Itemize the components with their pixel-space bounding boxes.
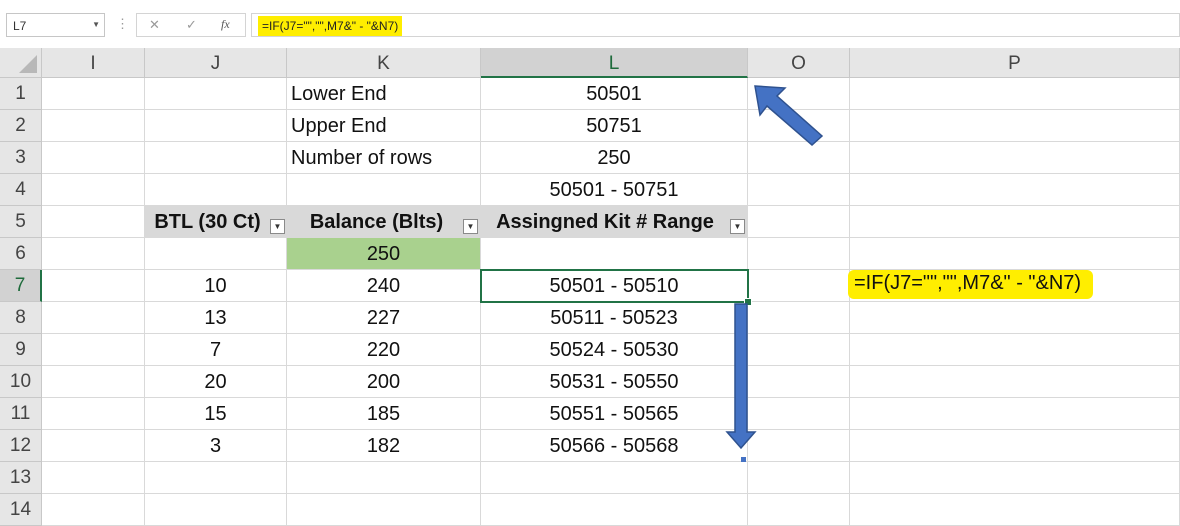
- check-icon[interactable]: ✓: [186, 17, 197, 33]
- insert-function-icon[interactable]: fx: [221, 17, 230, 32]
- name-box-value: L7: [13, 19, 27, 33]
- formula-bar: L7 ▼ ⋮ ✕ ✓ fx =IF(J7="","",M7&" - "&N7): [0, 0, 1180, 48]
- arrow-down-icon: [725, 303, 757, 450]
- annotation-arrows: [725, 85, 824, 462]
- arrow-up-left-icon: [754, 85, 824, 147]
- drag-handle-icon[interactable]: ⋮: [116, 16, 129, 32]
- fill-handle-marker: [741, 457, 746, 462]
- name-box[interactable]: L7 ▼: [6, 13, 105, 37]
- formula-text: =IF(J7="","",M7&" - "&N7): [258, 16, 403, 36]
- formula-buttons: ✕ ✓ fx: [136, 13, 246, 37]
- spreadsheet-grid: I J K L O P 1 2 3 4 5 6 7 8 9 10 11 12 1…: [0, 48, 1180, 526]
- cancel-icon[interactable]: ✕: [149, 17, 160, 33]
- chevron-down-icon[interactable]: ▼: [92, 20, 100, 29]
- formula-input[interactable]: =IF(J7="","",M7&" - "&N7): [251, 13, 1180, 37]
